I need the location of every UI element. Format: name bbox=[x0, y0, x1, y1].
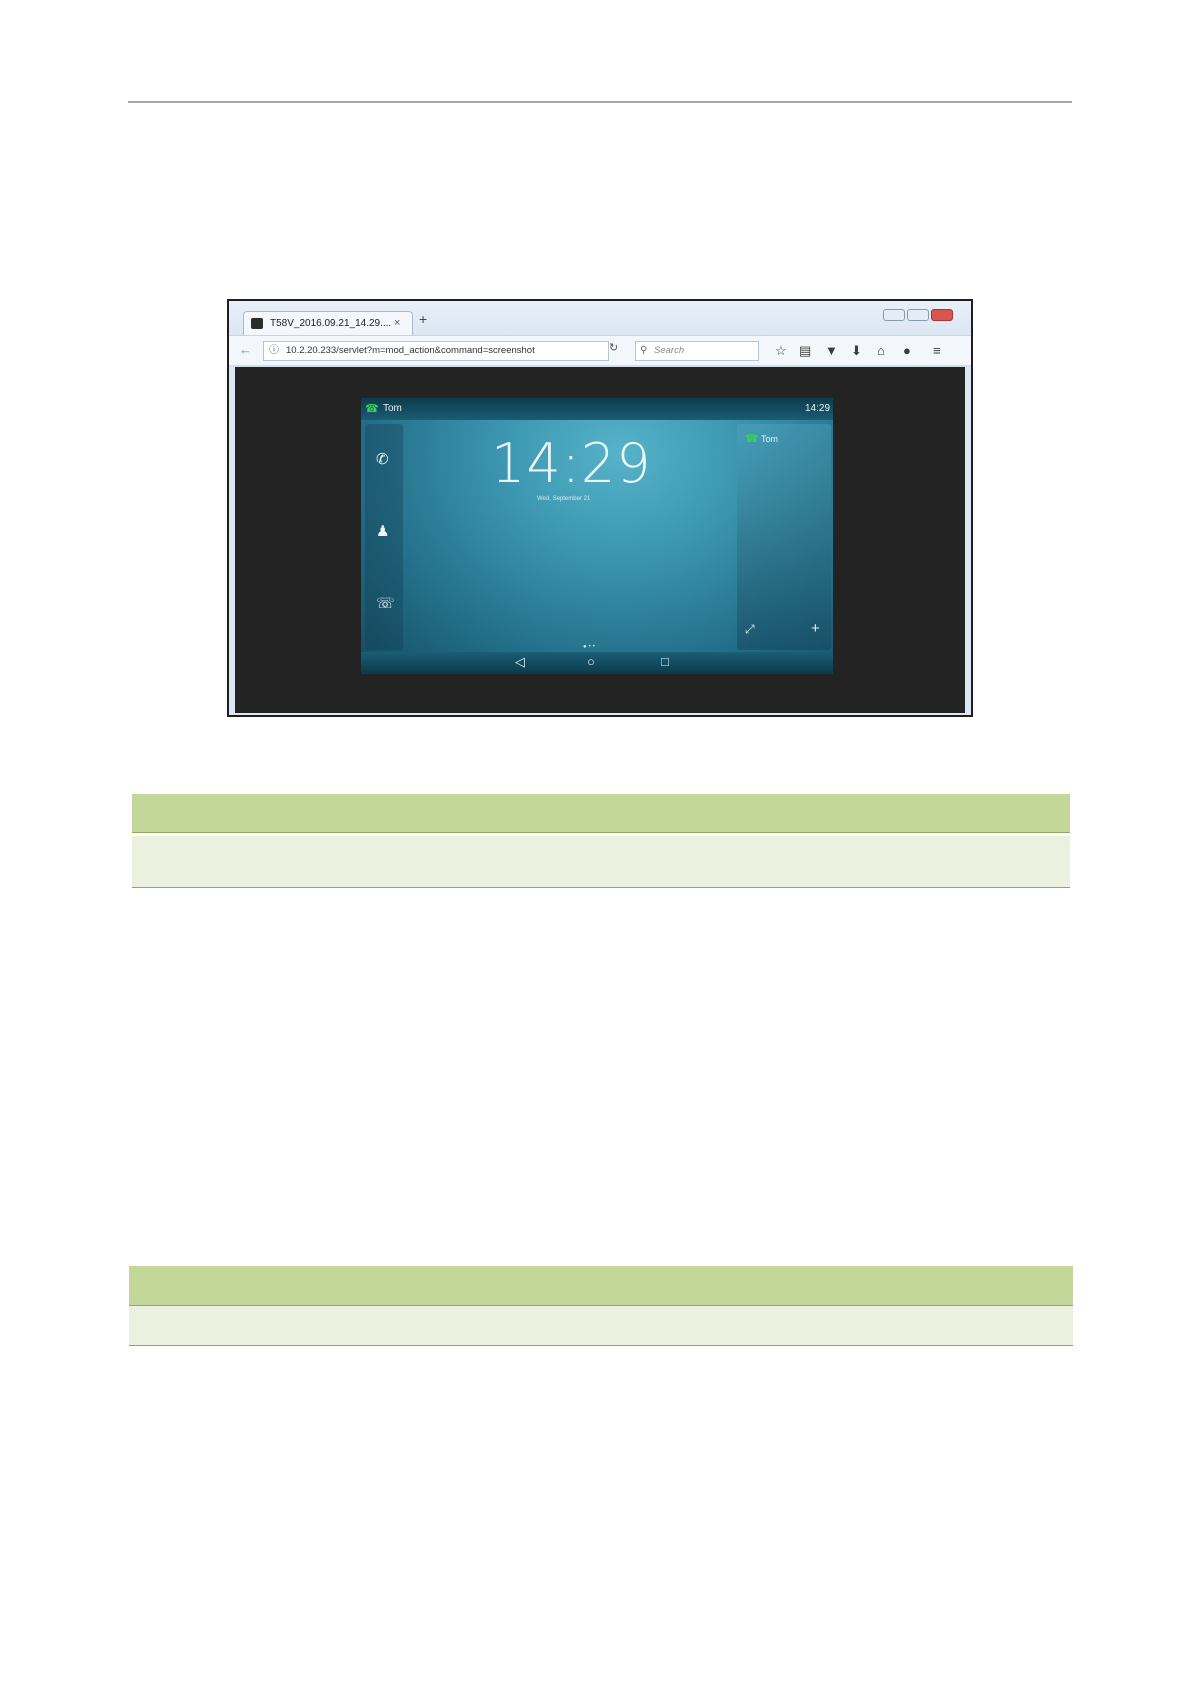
phone-handset-icon: ☎ bbox=[365, 403, 379, 415]
nav-back-icon[interactable]: ◁ bbox=[515, 654, 525, 670]
lockscreen-clock: 14:29 bbox=[491, 432, 652, 495]
search-icon: ⚲ bbox=[640, 345, 648, 356]
clipboard-icon[interactable]: ▤ bbox=[799, 343, 811, 359]
left-dock: ✆ ♟ ☏ bbox=[365, 424, 403, 650]
bookmark-star-icon[interactable]: ☆ bbox=[775, 343, 787, 359]
navigation-bar: ← ⓘ 10.2.20.233/servlet?m=mod_action&com… bbox=[229, 335, 971, 365]
info-icon[interactable]: ⓘ bbox=[269, 342, 279, 360]
phone-call-icon[interactable]: ✆ bbox=[376, 450, 389, 468]
android-nav-bar: ◁ ○ □ bbox=[361, 652, 833, 674]
note-table-bottom-border bbox=[132, 887, 1070, 888]
phone-status-bar: ☎ Tom 14:29 bbox=[361, 398, 833, 420]
account-name: Tom bbox=[761, 434, 779, 444]
note-table-2-body bbox=[129, 1306, 1073, 1345]
note-table-divider bbox=[132, 832, 1070, 833]
page-content-area: ☎ Tom 14:29 ✆ ♟ ☏ 14:29 Wed, September 2… bbox=[235, 367, 965, 713]
url-field[interactable]: ⓘ 10.2.20.233/servlet?m=mod_action&comma… bbox=[263, 341, 609, 361]
lockscreen-date: Wed, September 21 bbox=[537, 496, 591, 502]
minimize-button[interactable] bbox=[883, 309, 905, 321]
chat-icon[interactable]: ● bbox=[903, 343, 911, 358]
url-text: 10.2.20.233/servlet?m=mod_action&command… bbox=[286, 345, 535, 356]
call-history-icon[interactable]: ☏ bbox=[376, 594, 395, 612]
note-table-header bbox=[132, 794, 1070, 832]
status-account-name: Tom bbox=[383, 403, 402, 414]
tab-favicon-icon bbox=[251, 318, 263, 329]
search-placeholder: Search bbox=[654, 345, 685, 356]
download-icon[interactable]: ⬇ bbox=[851, 343, 862, 359]
pocket-icon[interactable]: ▼ bbox=[825, 343, 838, 358]
browser-screenshot: T58V_2016.09.21_14.29.... × + ← ⓘ 10.2.2… bbox=[227, 299, 973, 717]
home-icon[interactable]: ⌂ bbox=[877, 343, 885, 358]
header-rule bbox=[128, 101, 1072, 103]
browser-tab[interactable]: T58V_2016.09.21_14.29.... × bbox=[243, 311, 413, 335]
maximize-button[interactable] bbox=[907, 309, 929, 321]
page-indicator: ●•• bbox=[583, 644, 597, 650]
back-arrow-icon[interactable]: ← bbox=[239, 342, 252, 357]
note-table-body bbox=[132, 836, 1070, 887]
search-field[interactable]: ⚲ Search bbox=[635, 341, 759, 361]
reload-icon[interactable]: ↻ bbox=[609, 341, 618, 354]
expand-icon[interactable]: ⤢ bbox=[745, 622, 755, 637]
account-panel: ☎ Tom ⤢ + bbox=[737, 424, 831, 650]
tab-close-icon[interactable]: × bbox=[394, 312, 400, 335]
status-time: 14:29 bbox=[805, 403, 831, 414]
menu-icon[interactable]: ≡ bbox=[933, 343, 941, 358]
nav-recents-icon[interactable]: □ bbox=[661, 654, 669, 669]
account-handset-icon: ☎ bbox=[745, 433, 759, 445]
add-icon[interactable]: + bbox=[811, 620, 820, 637]
note-table-2-bottom-border bbox=[129, 1345, 1073, 1346]
tab-title: T58V_2016.09.21_14.29.... bbox=[270, 318, 392, 329]
note-table-2-header bbox=[129, 1266, 1073, 1305]
contacts-icon[interactable]: ♟ bbox=[376, 522, 389, 540]
new-tab-button[interactable]: + bbox=[419, 311, 427, 327]
nav-home-icon[interactable]: ○ bbox=[587, 654, 595, 669]
browser-chrome: T58V_2016.09.21_14.29.... × + ← ⓘ 10.2.2… bbox=[229, 301, 971, 367]
phone-screen: ☎ Tom 14:29 ✆ ♟ ☏ 14:29 Wed, September 2… bbox=[361, 398, 833, 674]
close-window-button[interactable] bbox=[931, 309, 953, 321]
